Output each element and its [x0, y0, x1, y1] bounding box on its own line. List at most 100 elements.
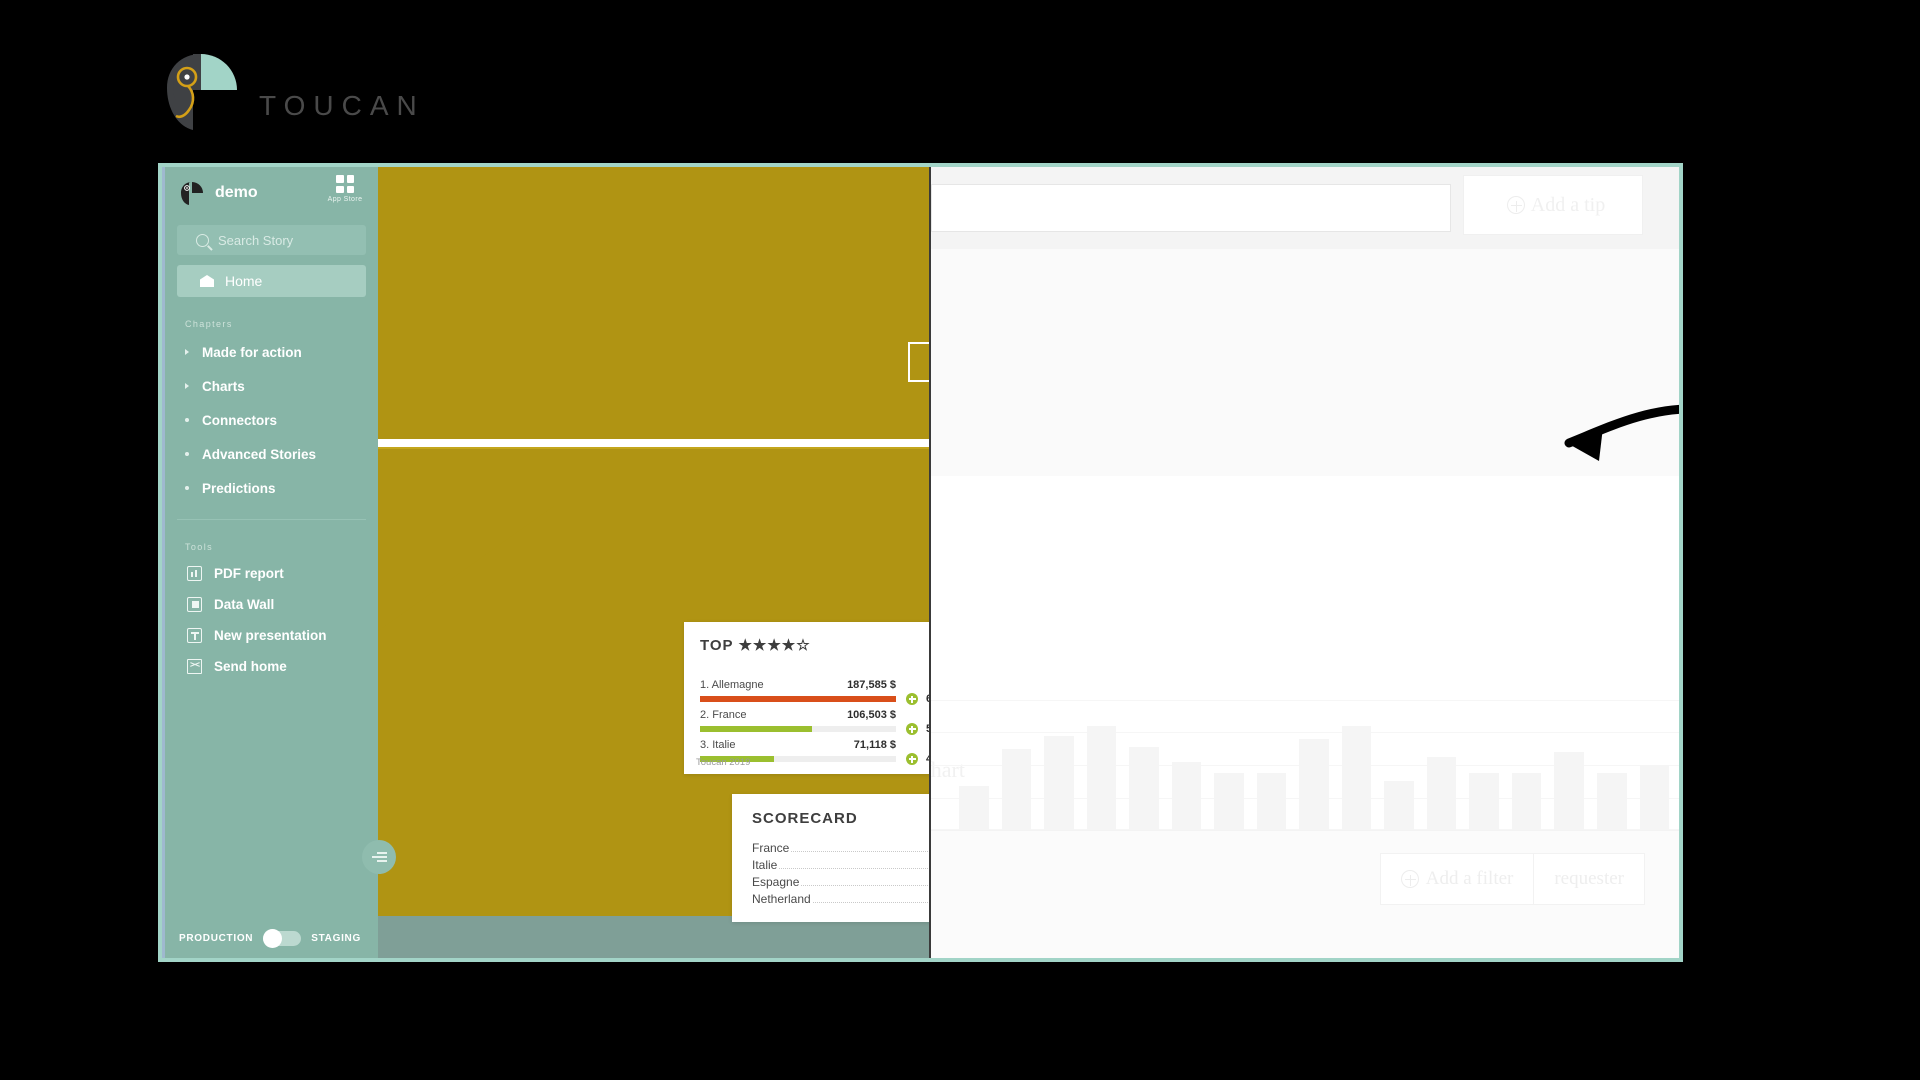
sidebar-section-chapters: Chapters [185, 319, 233, 329]
top-row-bar-fill [700, 696, 896, 702]
toggle-knob [263, 928, 283, 948]
sidebar-item-label: New presentation [214, 628, 327, 643]
sidebar-collapse-button[interactable] [362, 840, 396, 874]
bar [1214, 772, 1244, 830]
sidebar-item-label: Predictions [202, 480, 276, 496]
bullet-icon [185, 486, 189, 490]
bar [1086, 726, 1117, 830]
top-row-bar-track [700, 696, 896, 702]
add-a-filter-label: Add a filter [1425, 868, 1514, 889]
add-a-filter-button[interactable]: Add a filter [1379, 853, 1535, 905]
plus-badge-icon [906, 753, 918, 765]
screen-root: TOUCAN The CHOOSE A COUNTRY TOP ★★★★☆ › [0, 0, 1920, 1080]
plus-circle-icon [1400, 870, 1419, 888]
environment-toggle-bar: PRODUCTION STAGING [165, 918, 381, 958]
top-row-value: 71,118 $ [853, 739, 896, 751]
overlay-bar-chart [931, 700, 1679, 830]
sidebar-item-label: Made for action [202, 344, 302, 360]
toucan-logo: TOUCAN [163, 52, 417, 142]
sidebar-item-connectors[interactable]: Connectors [165, 403, 378, 437]
pdf-report-icon [187, 566, 202, 581]
bar [1044, 736, 1074, 830]
environment-staging-label: STAGING [311, 932, 361, 944]
chevron-right-icon [185, 383, 189, 389]
top-row-name: 1. Allemagne [700, 679, 764, 691]
bar [1001, 749, 1032, 830]
bullet-icon [185, 452, 189, 456]
sidebar-item-predictions[interactable]: Predictions [165, 471, 378, 505]
top-card-title-text: TOP [700, 637, 734, 654]
bar [959, 785, 989, 830]
environment-toggle[interactable] [263, 928, 302, 948]
brand-wordmark: TOUCAN [259, 90, 425, 121]
plus-badge-icon [906, 693, 918, 705]
overlay-panel: Add a tip chart [929, 167, 1679, 958]
app-window: The CHOOSE A COUNTRY TOP ★★★★☆ › 1. All [162, 167, 1679, 958]
sidebar-item-label: PDF report [214, 566, 284, 581]
sidebar-item-send-home[interactable]: Send home [165, 651, 378, 682]
sidebar-item-label: Send home [214, 659, 287, 674]
app-title: demo [215, 184, 258, 201]
scorecard-row-label: Espagne [752, 875, 800, 889]
top-row-value: 106,503 $ [847, 709, 896, 721]
add-a-tip-button[interactable]: Add a tip [1463, 175, 1643, 235]
sidebar-item-home[interactable]: Home [177, 265, 366, 297]
sidebar-item-charts[interactable]: Charts [165, 369, 378, 403]
collapse-icon [371, 849, 387, 864]
sidebar: demo App Store Search Story Home Chapter… [162, 167, 378, 958]
sidebar-header: demo App Store [165, 167, 378, 219]
top-row-value: 187,585 $ [847, 679, 896, 691]
environment-production-label: PRODUCTION [179, 932, 254, 944]
search-icon [196, 233, 209, 247]
gold-triangle-left [378, 506, 554, 631]
bar [1129, 746, 1159, 830]
bar [1426, 757, 1457, 830]
app-store-label: App Store [327, 196, 363, 203]
search-input[interactable]: Search Story [177, 225, 366, 255]
top-row-name: 3. Italie [700, 739, 736, 751]
top-card-source: Toucan 2019 [696, 757, 751, 768]
add-a-tip-label: Add a tip [1530, 193, 1606, 216]
data-wall-icon [187, 597, 202, 612]
top-row-bar-track [700, 726, 896, 732]
overlay-action-group: Add a filter requester [1379, 853, 1645, 905]
grid-icon [336, 175, 354, 193]
sidebar-item-label: Data Wall [214, 597, 275, 612]
top-row-name: 2. France [700, 709, 747, 721]
new-presentation-icon [187, 628, 202, 643]
sidebar-item-made-for-action[interactable]: Made for action [165, 335, 378, 369]
bar [1596, 772, 1627, 830]
bar [1639, 765, 1670, 830]
search-placeholder: Search Story [218, 232, 294, 248]
sidebar-item-label: Connectors [202, 412, 278, 428]
requester-label: requester [1554, 868, 1624, 889]
scorecard-row-label: France [752, 841, 790, 855]
plus-circle-icon [1506, 196, 1525, 214]
bar [1554, 752, 1584, 830]
sidebar-item-new-presentation[interactable]: New presentation [165, 620, 378, 651]
scorecard-row-label: Italie [752, 858, 778, 872]
sidebar-item-label: Charts [202, 378, 245, 394]
sidebar-item-label: Home [225, 273, 263, 289]
home-icon [200, 275, 214, 287]
bar [1511, 772, 1542, 830]
bar [1299, 739, 1329, 830]
rating-stars: ★★★★☆ [738, 637, 811, 654]
app-store-button[interactable]: App Store [322, 175, 368, 203]
overlay-toolbar: Add a tip [931, 167, 1679, 249]
toucan-bird-logo-icon [167, 54, 237, 130]
sidebar-section-tools: Tools [185, 542, 214, 552]
top-row-bar-fill [700, 726, 812, 732]
bullet-icon [185, 418, 189, 422]
sidebar-item-label: Advanced Stories [202, 446, 317, 462]
sidebar-item-advanced-stories[interactable]: Advanced Stories [165, 437, 378, 471]
bar [1469, 772, 1499, 830]
sidebar-item-pdf-report[interactable]: PDF report [165, 558, 378, 589]
sidebar-item-data-wall[interactable]: Data Wall [165, 589, 378, 620]
annotation-arrow-icon [1564, 404, 1679, 461]
send-home-icon [187, 659, 202, 674]
overlay-input-field[interactable] [931, 184, 1451, 232]
chevron-right-icon [185, 349, 189, 355]
requester-button[interactable]: requester [1534, 853, 1645, 905]
app-window-frame: The CHOOSE A COUNTRY TOP ★★★★☆ › 1. All [158, 163, 1683, 962]
